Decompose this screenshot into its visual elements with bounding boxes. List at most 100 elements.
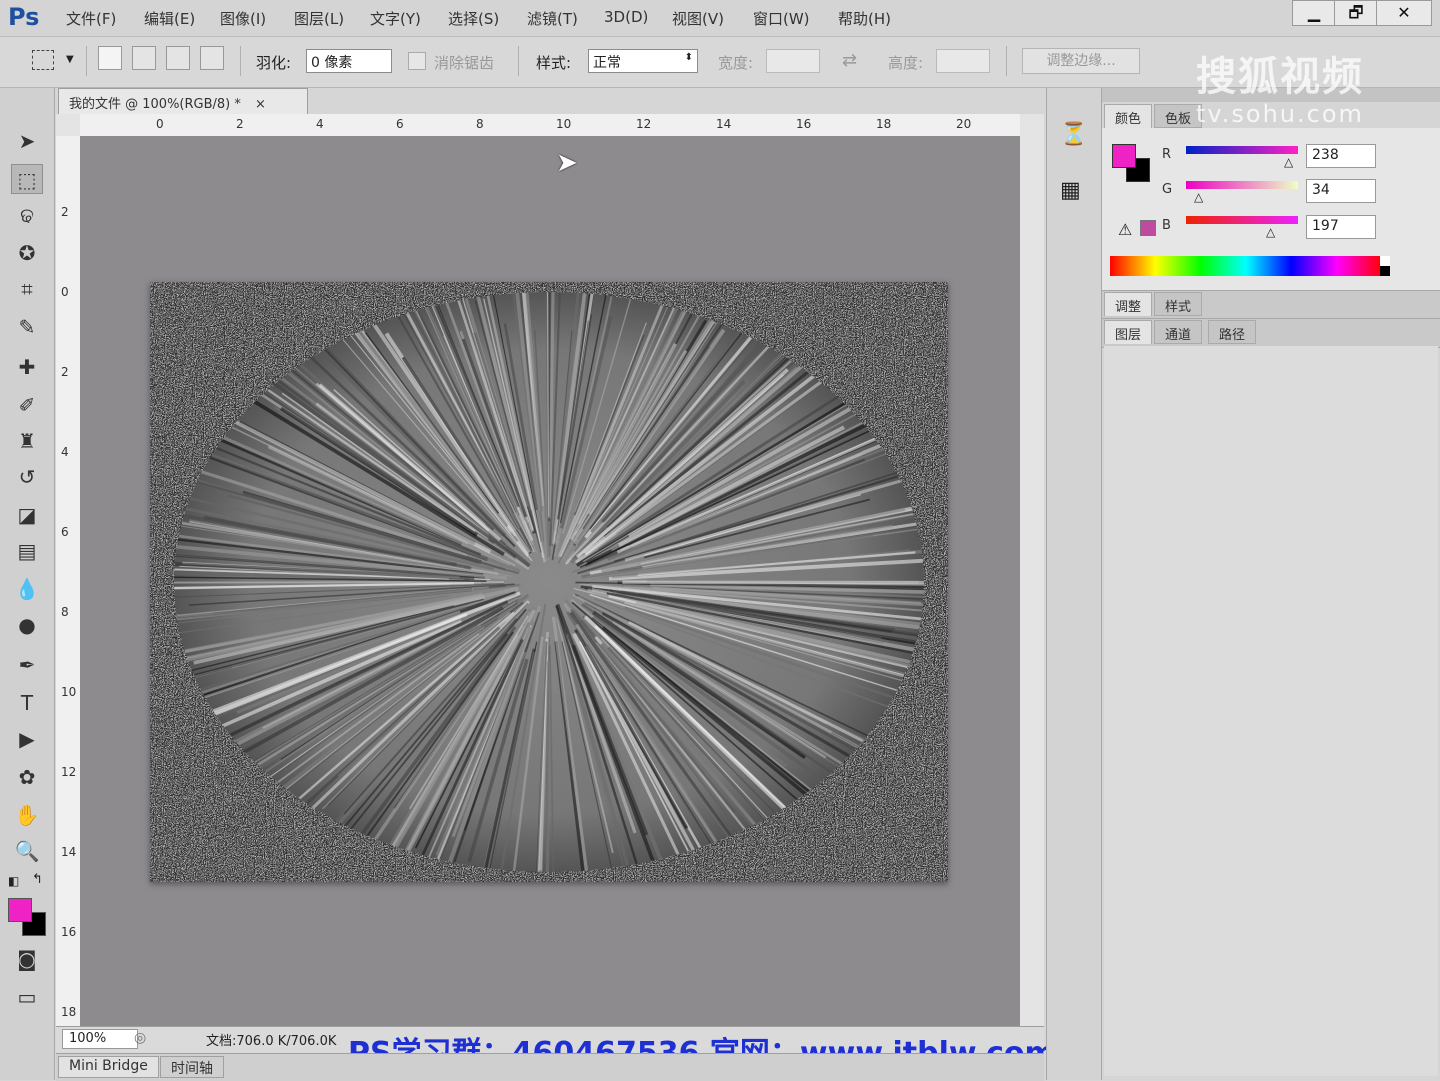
- ruler-h-label: 18: [876, 117, 891, 131]
- menu-help[interactable]: 帮助(H): [838, 8, 891, 29]
- stamp-icon[interactable]: ♜: [11, 426, 43, 456]
- document-tab[interactable]: 我的文件 @ 100%(RGB/8) * ×: [58, 88, 308, 114]
- default-colors-icon[interactable]: ◧: [8, 874, 19, 888]
- tab-mini-bridge[interactable]: Mini Bridge: [58, 1056, 159, 1078]
- document-size-info[interactable]: 文档:706.0 K/706.0K: [206, 1030, 336, 1049]
- channel-g-label: G: [1162, 182, 1172, 197]
- ruler-h-label: 6: [396, 117, 404, 131]
- minimize-button[interactable]: ▁: [1292, 0, 1336, 26]
- channel-r-input[interactable]: 238: [1306, 144, 1376, 168]
- channel-g-input[interactable]: 34: [1306, 179, 1376, 203]
- zoom-input[interactable]: 100%: [62, 1029, 138, 1049]
- ruler-h-label: 10: [556, 117, 571, 131]
- shape-icon[interactable]: ✿: [11, 762, 43, 792]
- close-doc-icon[interactable]: ×: [255, 97, 266, 112]
- healing-icon[interactable]: ✚: [11, 352, 43, 382]
- gradient-icon[interactable]: ▤: [11, 536, 43, 566]
- blur-streak: [547, 661, 549, 882]
- status-info-icon[interactable]: ◎: [134, 1030, 146, 1046]
- gamut-warning-icon[interactable]: ⚠: [1118, 220, 1132, 239]
- menu-select[interactable]: 选择(S): [448, 8, 499, 29]
- dodge-icon[interactable]: ●: [11, 610, 43, 640]
- channel-r-label: R: [1162, 147, 1171, 162]
- slider-g-thumb[interactable]: △: [1194, 190, 1203, 204]
- intersect-selection-icon[interactable]: [200, 46, 224, 70]
- preset-dropdown-icon[interactable]: ▼: [66, 54, 74, 65]
- path-select-icon[interactable]: ▶: [11, 724, 43, 754]
- style-select[interactable]: 正常 ⬍: [588, 49, 698, 73]
- tab-paths[interactable]: 路径: [1208, 320, 1256, 344]
- swap-icon[interactable]: ⇄: [842, 50, 857, 71]
- subtract-selection-icon[interactable]: [166, 46, 190, 70]
- properties-panel-icon[interactable]: ▦: [1060, 178, 1081, 203]
- quick-mask-icon[interactable]: ◙: [11, 944, 43, 974]
- lasso-icon[interactable]: ଢ: [11, 200, 43, 230]
- type-icon[interactable]: T: [11, 688, 43, 718]
- tab-adjustments[interactable]: 调整: [1104, 292, 1152, 316]
- screen-mode-icon[interactable]: ▭: [11, 982, 43, 1012]
- ruler-v-label: 10: [61, 686, 71, 698]
- marquee-icon[interactable]: ⬚: [11, 164, 43, 194]
- ruler-h-label: 12: [636, 117, 651, 131]
- tab-layers[interactable]: 图层: [1104, 320, 1152, 344]
- quick-select-icon[interactable]: ✪: [11, 238, 43, 268]
- feather-input[interactable]: 0 像素: [306, 49, 392, 73]
- menu-file[interactable]: 文件(F): [66, 8, 116, 29]
- ruler-h-label: 4: [316, 117, 324, 131]
- gamut-swatch[interactable]: [1140, 220, 1156, 236]
- marquee-preset-icon[interactable]: [32, 50, 54, 70]
- menu-window[interactable]: 窗口(W): [753, 8, 810, 29]
- pen-icon[interactable]: ✒: [11, 650, 43, 680]
- width-input[interactable]: [766, 49, 820, 73]
- slider-r-thumb[interactable]: △: [1284, 155, 1293, 169]
- menu-3d[interactable]: 3D(D): [604, 8, 648, 26]
- swap-colors-icon[interactable]: ↰: [32, 872, 43, 887]
- color-spectrum-bar[interactable]: [1110, 256, 1382, 276]
- slider-b-thumb[interactable]: △: [1266, 225, 1275, 239]
- height-input[interactable]: [936, 49, 990, 73]
- channel-b-slider[interactable]: [1186, 216, 1298, 224]
- hand-icon[interactable]: ✋: [11, 800, 43, 830]
- antialias-checkbox[interactable]: [408, 52, 426, 70]
- ruler-h-label: 0: [156, 117, 164, 131]
- spectrum-white[interactable]: [1380, 256, 1390, 266]
- add-selection-icon[interactable]: [132, 46, 156, 70]
- foreground-color-swatch[interactable]: [8, 898, 32, 922]
- document-canvas[interactable]: [150, 282, 948, 882]
- crop-icon[interactable]: ⌗: [11, 274, 43, 304]
- eraser-icon[interactable]: ◪: [11, 500, 43, 530]
- tab-styles[interactable]: 样式: [1154, 292, 1202, 316]
- history-brush-icon[interactable]: ↺: [11, 462, 43, 492]
- restore-button[interactable]: 🗗: [1334, 0, 1378, 26]
- vertical-ruler[interactable]: [56, 136, 81, 1026]
- menu-layer[interactable]: 图层(L): [294, 8, 344, 29]
- history-panel-icon[interactable]: ⏳: [1060, 122, 1087, 147]
- channel-g-slider[interactable]: [1186, 181, 1298, 189]
- channel-r-slider[interactable]: [1186, 146, 1298, 154]
- tab-swatches[interactable]: 色板: [1154, 104, 1202, 128]
- zoom-icon[interactable]: 🔍: [11, 836, 43, 866]
- tab-timeline[interactable]: 时间轴: [160, 1056, 224, 1078]
- move-icon[interactable]: ➤: [11, 126, 43, 156]
- channel-b-input[interactable]: 197: [1306, 215, 1376, 239]
- menu-edit[interactable]: 编辑(E): [144, 8, 195, 29]
- separator: [1006, 46, 1007, 76]
- tab-color[interactable]: 颜色: [1104, 104, 1152, 128]
- ruler-corner: [56, 114, 80, 136]
- menu-image[interactable]: 图像(I): [220, 8, 266, 29]
- close-button[interactable]: ✕: [1376, 0, 1432, 26]
- panel-foreground-swatch[interactable]: [1112, 144, 1136, 168]
- menu-type[interactable]: 文字(Y): [370, 8, 421, 29]
- eyedropper-icon[interactable]: ✎: [11, 312, 43, 342]
- tab-channels[interactable]: 通道: [1154, 320, 1202, 344]
- ruler-h-label: 16: [796, 117, 811, 131]
- menu-filter[interactable]: 滤镜(T): [527, 8, 578, 29]
- brush-icon[interactable]: ✐: [11, 390, 43, 420]
- ruler-v-label: 14: [61, 846, 71, 858]
- refine-edge-button[interactable]: 调整边缘...: [1022, 48, 1140, 74]
- blur-icon[interactable]: 💧: [11, 574, 43, 604]
- new-selection-icon[interactable]: [98, 46, 122, 70]
- spectrum-black[interactable]: [1380, 266, 1390, 276]
- document-scrollbar[interactable]: [1020, 114, 1044, 1026]
- menu-view[interactable]: 视图(V): [672, 8, 724, 29]
